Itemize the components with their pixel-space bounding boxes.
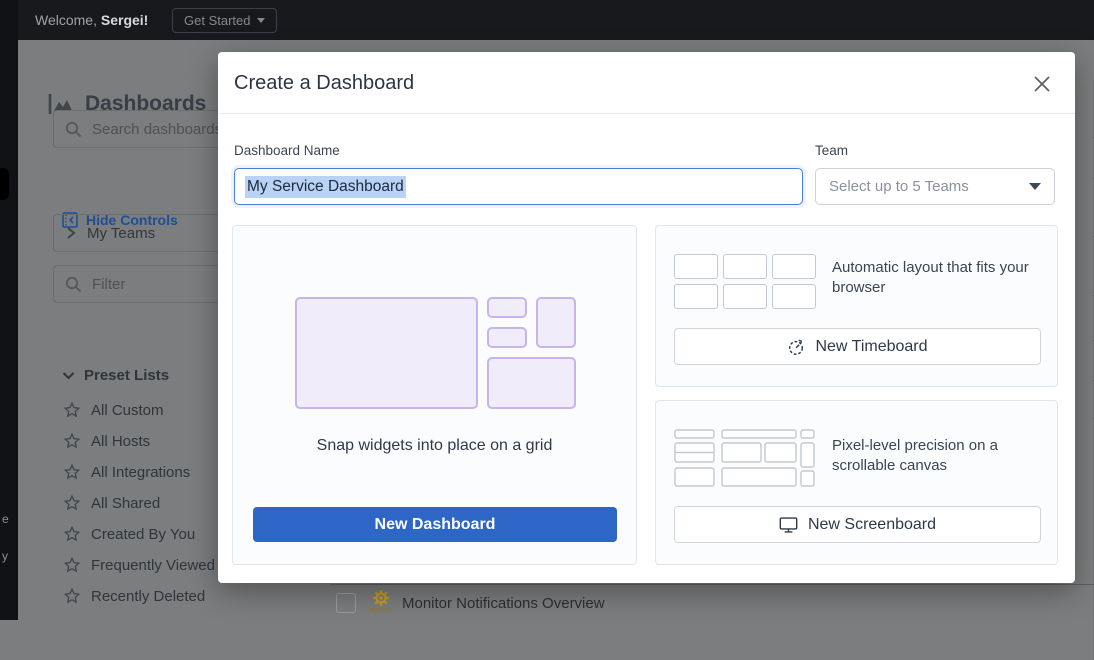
- row-integration-icon: system: [370, 588, 392, 614]
- chevron-down-caret: [1029, 183, 1041, 190]
- create-dashboard-modal: Create a Dashboard Dashboard Name Team M…: [218, 52, 1075, 583]
- nav-label-fragment: y: [2, 549, 8, 563]
- timeboard-card: Automatic layout that fits your browser …: [655, 225, 1058, 387]
- row-separator: [330, 584, 1094, 585]
- nav-label-fragment: e: [2, 512, 9, 526]
- preset-item-all-shared[interactable]: All Shared: [63, 493, 237, 513]
- chevron-right-icon: [65, 226, 77, 240]
- preset-item-frequently-viewed[interactable]: Frequently Viewed By: [63, 555, 237, 575]
- star-icon[interactable]: [63, 494, 81, 512]
- star-icon[interactable]: [63, 432, 81, 450]
- preset-item-created-by-you[interactable]: Created By You: [63, 524, 237, 544]
- star-icon[interactable]: [63, 463, 81, 481]
- star-icon[interactable]: [63, 556, 81, 574]
- preset-lists: All Custom All Hosts All Integrations Al…: [63, 400, 237, 606]
- selected-input-text: My Service Dashboard: [245, 176, 406, 198]
- modal-header-divider: [218, 113, 1075, 114]
- new-dashboard-button[interactable]: New Dashboard: [253, 507, 617, 542]
- chevron-down-icon: [62, 371, 75, 381]
- screenboard-card-caption: Pixel-level precision on a scrollable ca…: [832, 436, 1047, 477]
- preset-item-all-hosts[interactable]: All Hosts: [63, 431, 237, 451]
- user-name: Sergei!: [101, 12, 148, 28]
- get-started-button[interactable]: Get Started: [172, 8, 277, 33]
- dashboard-name-label: Dashboard Name: [234, 143, 340, 158]
- screenboard-icon: [779, 516, 798, 534]
- preset-item-all-custom[interactable]: All Custom: [63, 400, 237, 420]
- team-select[interactable]: Select up to 5 Teams: [815, 168, 1055, 205]
- top-bar: Welcome, Sergei! Get Started: [0, 0, 1094, 40]
- search-icon: [65, 276, 82, 293]
- close-icon[interactable]: [1031, 73, 1053, 95]
- screenboard-card: Pixel-level precision on a scrollable ca…: [655, 400, 1058, 565]
- star-icon[interactable]: [63, 525, 81, 543]
- search-placeholder: Search dashboards: [92, 121, 222, 138]
- new-timeboard-button[interactable]: New Timeboard: [674, 328, 1041, 365]
- filter-placeholder: Filter: [92, 276, 125, 293]
- row-checkbox[interactable]: [336, 593, 356, 613]
- preset-lists-label: Preset Lists: [84, 367, 169, 384]
- timeboard-card-caption: Automatic layout that fits your browser: [832, 258, 1047, 299]
- system-gear-icon: [371, 588, 391, 608]
- left-nav-strip: e y: [0, 0, 18, 620]
- welcome-text: Welcome, Sergei!: [35, 0, 148, 40]
- star-icon[interactable]: [63, 401, 81, 419]
- star-icon[interactable]: [63, 587, 81, 605]
- active-nav-indicator: [0, 168, 9, 200]
- search-icon: [65, 121, 82, 138]
- dashboard-row-title[interactable]: Monitor Notifications Overview: [402, 595, 605, 612]
- preset-item-recently-deleted[interactable]: Recently Deleted: [63, 586, 237, 606]
- modal-title: Create a Dashboard: [234, 72, 414, 95]
- grid-dashboard-card: Snap widgets into place on a grid New Da…: [232, 225, 637, 565]
- grid-layout-illustration: [295, 297, 577, 409]
- screenboard-illustration: [674, 427, 815, 487]
- my-teams-label: My Teams: [87, 225, 155, 242]
- timeboard-icon: [787, 338, 805, 356]
- grid-card-caption: Snap widgets into place on a grid: [233, 437, 636, 455]
- team-select-placeholder: Select up to 5 Teams: [829, 178, 969, 195]
- dashboard-name-input[interactable]: My Service Dashboard: [234, 168, 803, 205]
- team-label: Team: [815, 143, 848, 158]
- new-screenboard-button[interactable]: New Screenboard: [674, 506, 1041, 543]
- timeboard-illustration: [674, 254, 816, 309]
- chevron-down-icon: [257, 18, 265, 23]
- preset-item-all-integrations[interactable]: All Integrations: [63, 462, 237, 482]
- preset-lists-header[interactable]: Preset Lists: [62, 367, 169, 384]
- integration-icon-caption: system: [370, 607, 392, 614]
